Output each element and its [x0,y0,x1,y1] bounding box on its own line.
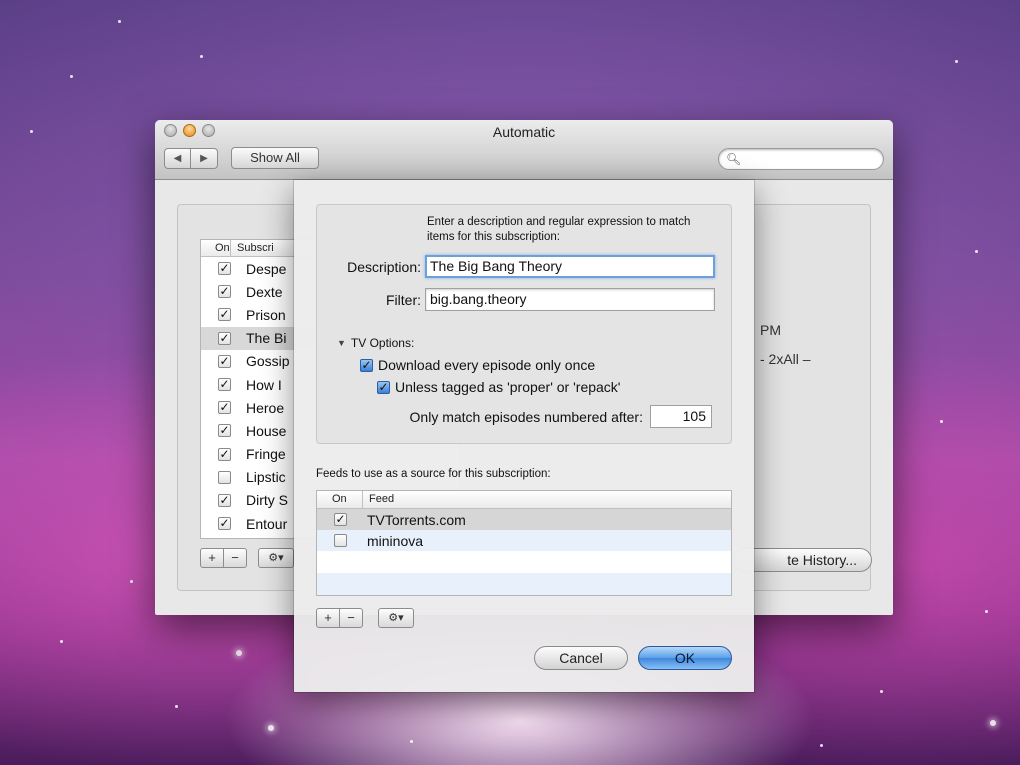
disclosure-triangle-icon: ▼ [337,338,346,348]
empty-row [317,573,731,595]
subscription-name: Heroe [246,399,285,416]
subscription-checkbox[interactable]: ✓ [218,354,231,368]
instructions-text: Enter a description and regular expressi… [427,216,691,243]
feed-name: TVTorrents.com [367,511,466,528]
feed-checkbox[interactable] [334,534,347,547]
feeds-table[interactable]: On Feed ✓ TVTorrents.com mininova [316,490,732,596]
table-row[interactable]: ✓ TVTorrents.com [317,509,731,530]
download-once-label: Download every episode only once [378,357,596,373]
subscription-name: The Bi [246,330,287,347]
match-after-label: Only match episodes numbered after: [409,409,643,425]
download-once-option[interactable]: ✓ Download every episode only once [360,357,595,373]
subscription-checkbox[interactable]: ✓ [218,378,231,392]
ok-button[interactable]: OK [638,646,732,670]
subscription-checkbox[interactable]: ✓ [218,331,231,345]
unless-tagged-option[interactable]: ✓ Unless tagged as 'proper' or 'repack' [377,379,620,395]
description-label: Description: [347,259,421,275]
nav-button-group: ◀ ▶ [164,148,218,169]
add-subscription-button[interactable]: + [200,548,224,568]
subscription-name: Lipstic [246,469,286,486]
forward-button[interactable]: ▶ [191,148,218,169]
table-row[interactable]: mininova [317,530,731,551]
subscription-checkbox[interactable] [218,470,231,484]
subscription-checkbox[interactable]: ✓ [218,401,231,415]
tv-options-label: TV Options: [350,336,415,350]
remove-feed-button[interactable]: − [339,608,363,628]
unless-tagged-checkbox[interactable]: ✓ [377,380,390,394]
episode-detail: - 2xAll – [760,351,811,367]
feed-name: mininova [367,532,424,549]
back-arrow-icon: ◀ [173,153,182,164]
column-header-on[interactable]: On [317,491,363,508]
subscription-checkbox[interactable]: ✓ [218,424,231,438]
remove-subscription-button[interactable]: − [223,548,247,568]
subscription-name: Entour [246,515,288,532]
last-checked-time: PM [760,322,781,338]
subscription-name: Fringe [246,446,286,463]
feed-checkbox[interactable]: ✓ [334,513,347,526]
feeds-table-header: On Feed [317,491,731,509]
show-all-button[interactable]: Show All [231,147,319,169]
subscription-checkbox[interactable]: ✓ [218,493,231,507]
column-header-feed[interactable]: Feed [363,491,394,508]
subscription-name: Dexte [246,283,283,300]
subscription-checkbox[interactable]: ✓ [218,517,231,531]
tv-options-disclosure[interactable]: ▼ TV Options: [337,336,414,350]
subscription-name: Despe [246,260,287,277]
subscription-editor-sheet: Enter a description and regular expressi… [294,180,754,692]
subscription-checkbox[interactable]: ✓ [218,285,231,299]
empty-row [317,551,731,573]
subscription-checkbox[interactable]: ✓ [218,447,231,461]
subscription-name: Gossip [246,353,290,370]
search-icon: 🔍︎ [726,152,742,166]
subscription-name: Prison [246,306,286,323]
back-button[interactable]: ◀ [164,148,191,169]
cancel-button[interactable]: Cancel [534,646,628,670]
search-input[interactable]: 🔍︎ [718,148,884,170]
window-title: Automatic [492,124,556,140]
subscription-name: How I [246,376,282,393]
filter-field[interactable]: big.bang.theory [425,288,715,311]
description-field[interactable]: The Big Bang Theory [425,255,715,278]
forward-arrow-icon: ▶ [200,153,208,164]
column-header-subscription[interactable]: Subscri [231,240,274,256]
feed-action-menu[interactable]: ⚙▾ [378,608,414,628]
add-feed-button[interactable]: + [316,608,340,628]
filter-label: Filter: [386,292,421,308]
subscription-name: Dirty S [246,492,288,509]
subscription-name: House [246,422,287,439]
window-toolbar: Automatic ◀ ▶ Show All 🔍︎ [155,120,893,180]
unless-tagged-label: Unless tagged as 'proper' or 'repack' [395,379,621,395]
subscription-details-group: Enter a description and regular expressi… [316,204,732,444]
match-after-field[interactable]: 105 [650,405,712,428]
subscription-checkbox[interactable]: ✓ [218,262,231,276]
subscription-checkbox[interactable]: ✓ [218,308,231,322]
subscription-action-menu[interactable]: ⚙▾ [258,548,294,568]
feeds-label: Feeds to use as a source for this subscr… [316,468,551,480]
download-once-checkbox[interactable]: ✓ [360,358,373,372]
column-header-on[interactable]: On [201,240,231,256]
